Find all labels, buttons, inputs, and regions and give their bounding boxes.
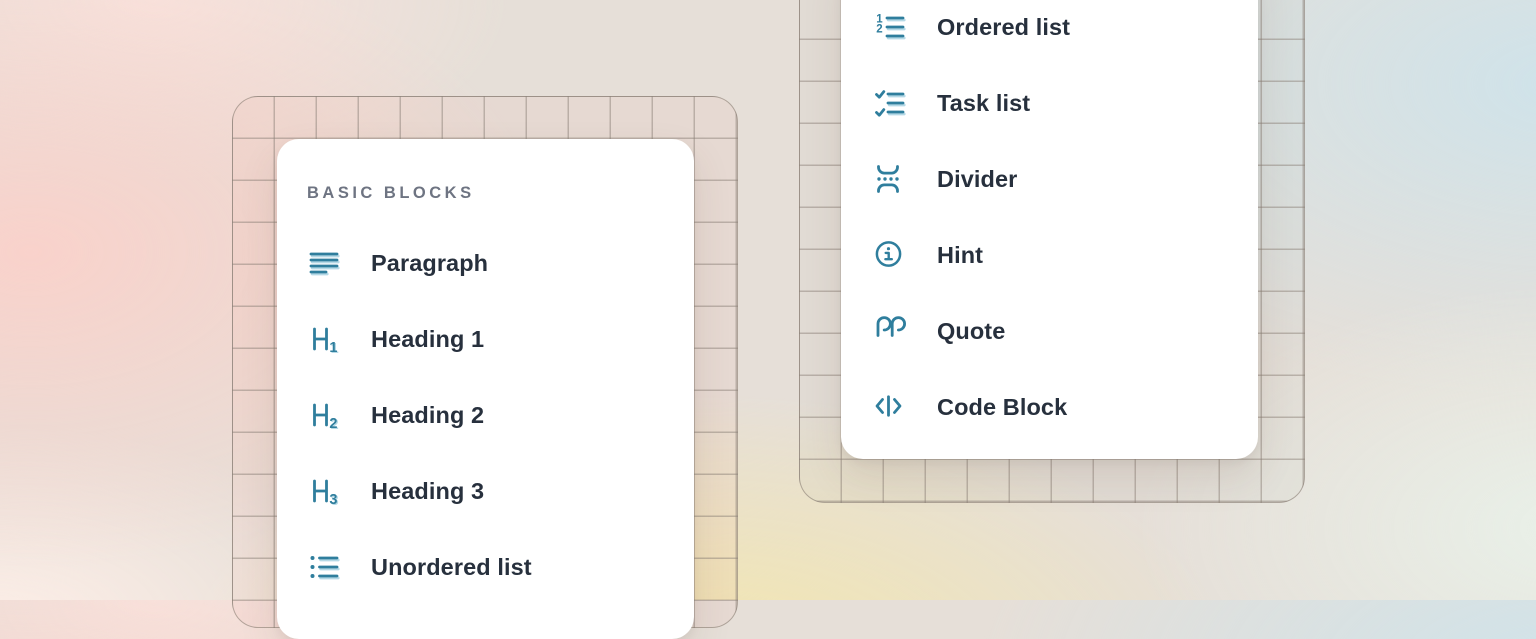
heading-3-icon: 3 3: [307, 474, 341, 508]
menu-item-label: Paragraph: [371, 250, 488, 277]
menu-item-quote[interactable]: Quote: [873, 293, 1230, 369]
menu-item-paragraph[interactable]: Paragraph: [307, 225, 666, 301]
menu-item-task-list[interactable]: Task list: [873, 65, 1230, 141]
menu-item-label: Heading 1: [371, 326, 484, 353]
menu-item-label: Task list: [937, 90, 1030, 117]
menu-item-label: Quote: [937, 318, 1005, 345]
menu-item-label: Code Block: [937, 394, 1067, 421]
divider-icon: [873, 162, 907, 196]
menu-item-heading-2[interactable]: 2 2 Heading 2: [307, 377, 666, 453]
basic-blocks-menu-card: BASIC BLOCKS Paragraph 1 1 Heading 1 2 2 H…: [277, 139, 694, 639]
ordered-list-icon: 1 2: [873, 10, 907, 44]
svg-text:2: 2: [329, 416, 337, 432]
heading-1-icon: 1 1: [307, 322, 341, 356]
menu-item-unordered-list[interactable]: Unordered list: [307, 529, 666, 605]
blocks-menu-card: 1 2 Ordered list Task list Divider Hint Q…: [841, 0, 1258, 459]
section-header: BASIC BLOCKS: [307, 169, 666, 217]
menu-item-heading-3[interactable]: 3 3 Heading 3: [307, 453, 666, 529]
menu-item-label: Ordered list: [937, 14, 1070, 41]
code-block-icon: [873, 390, 907, 424]
menu-item-divider[interactable]: Divider: [873, 141, 1230, 217]
task-list-icon: [873, 86, 907, 120]
blocks-item-list: 1 2 Ordered list Task list Divider Hint Q…: [873, 0, 1230, 445]
menu-item-label: Heading 3: [371, 478, 484, 505]
hint-icon: [873, 238, 907, 272]
basic-blocks-item-list: Paragraph 1 1 Heading 1 2 2 Heading 2 3 3 H…: [307, 225, 666, 605]
menu-item-label: Heading 2: [371, 402, 484, 429]
svg-text:1: 1: [329, 340, 337, 356]
quote-icon: [873, 314, 907, 348]
menu-item-ordered-list[interactable]: 1 2 Ordered list: [873, 0, 1230, 65]
svg-text:3: 3: [329, 492, 337, 508]
svg-text:2: 2: [876, 23, 882, 35]
menu-item-heading-1[interactable]: 1 1 Heading 1: [307, 301, 666, 377]
paragraph-icon: [307, 246, 341, 280]
menu-item-code-block[interactable]: Code Block: [873, 369, 1230, 445]
menu-item-label: Divider: [937, 166, 1017, 193]
menu-item-label: Hint: [937, 242, 983, 269]
hero-background: { "colors": { "icon_primary": "#2f7e9d",…: [0, 0, 1536, 600]
unordered-list-icon: [307, 550, 341, 584]
menu-item-label: Unordered list: [371, 554, 532, 581]
heading-2-icon: 2 2: [307, 398, 341, 432]
menu-item-hint[interactable]: Hint: [873, 217, 1230, 293]
